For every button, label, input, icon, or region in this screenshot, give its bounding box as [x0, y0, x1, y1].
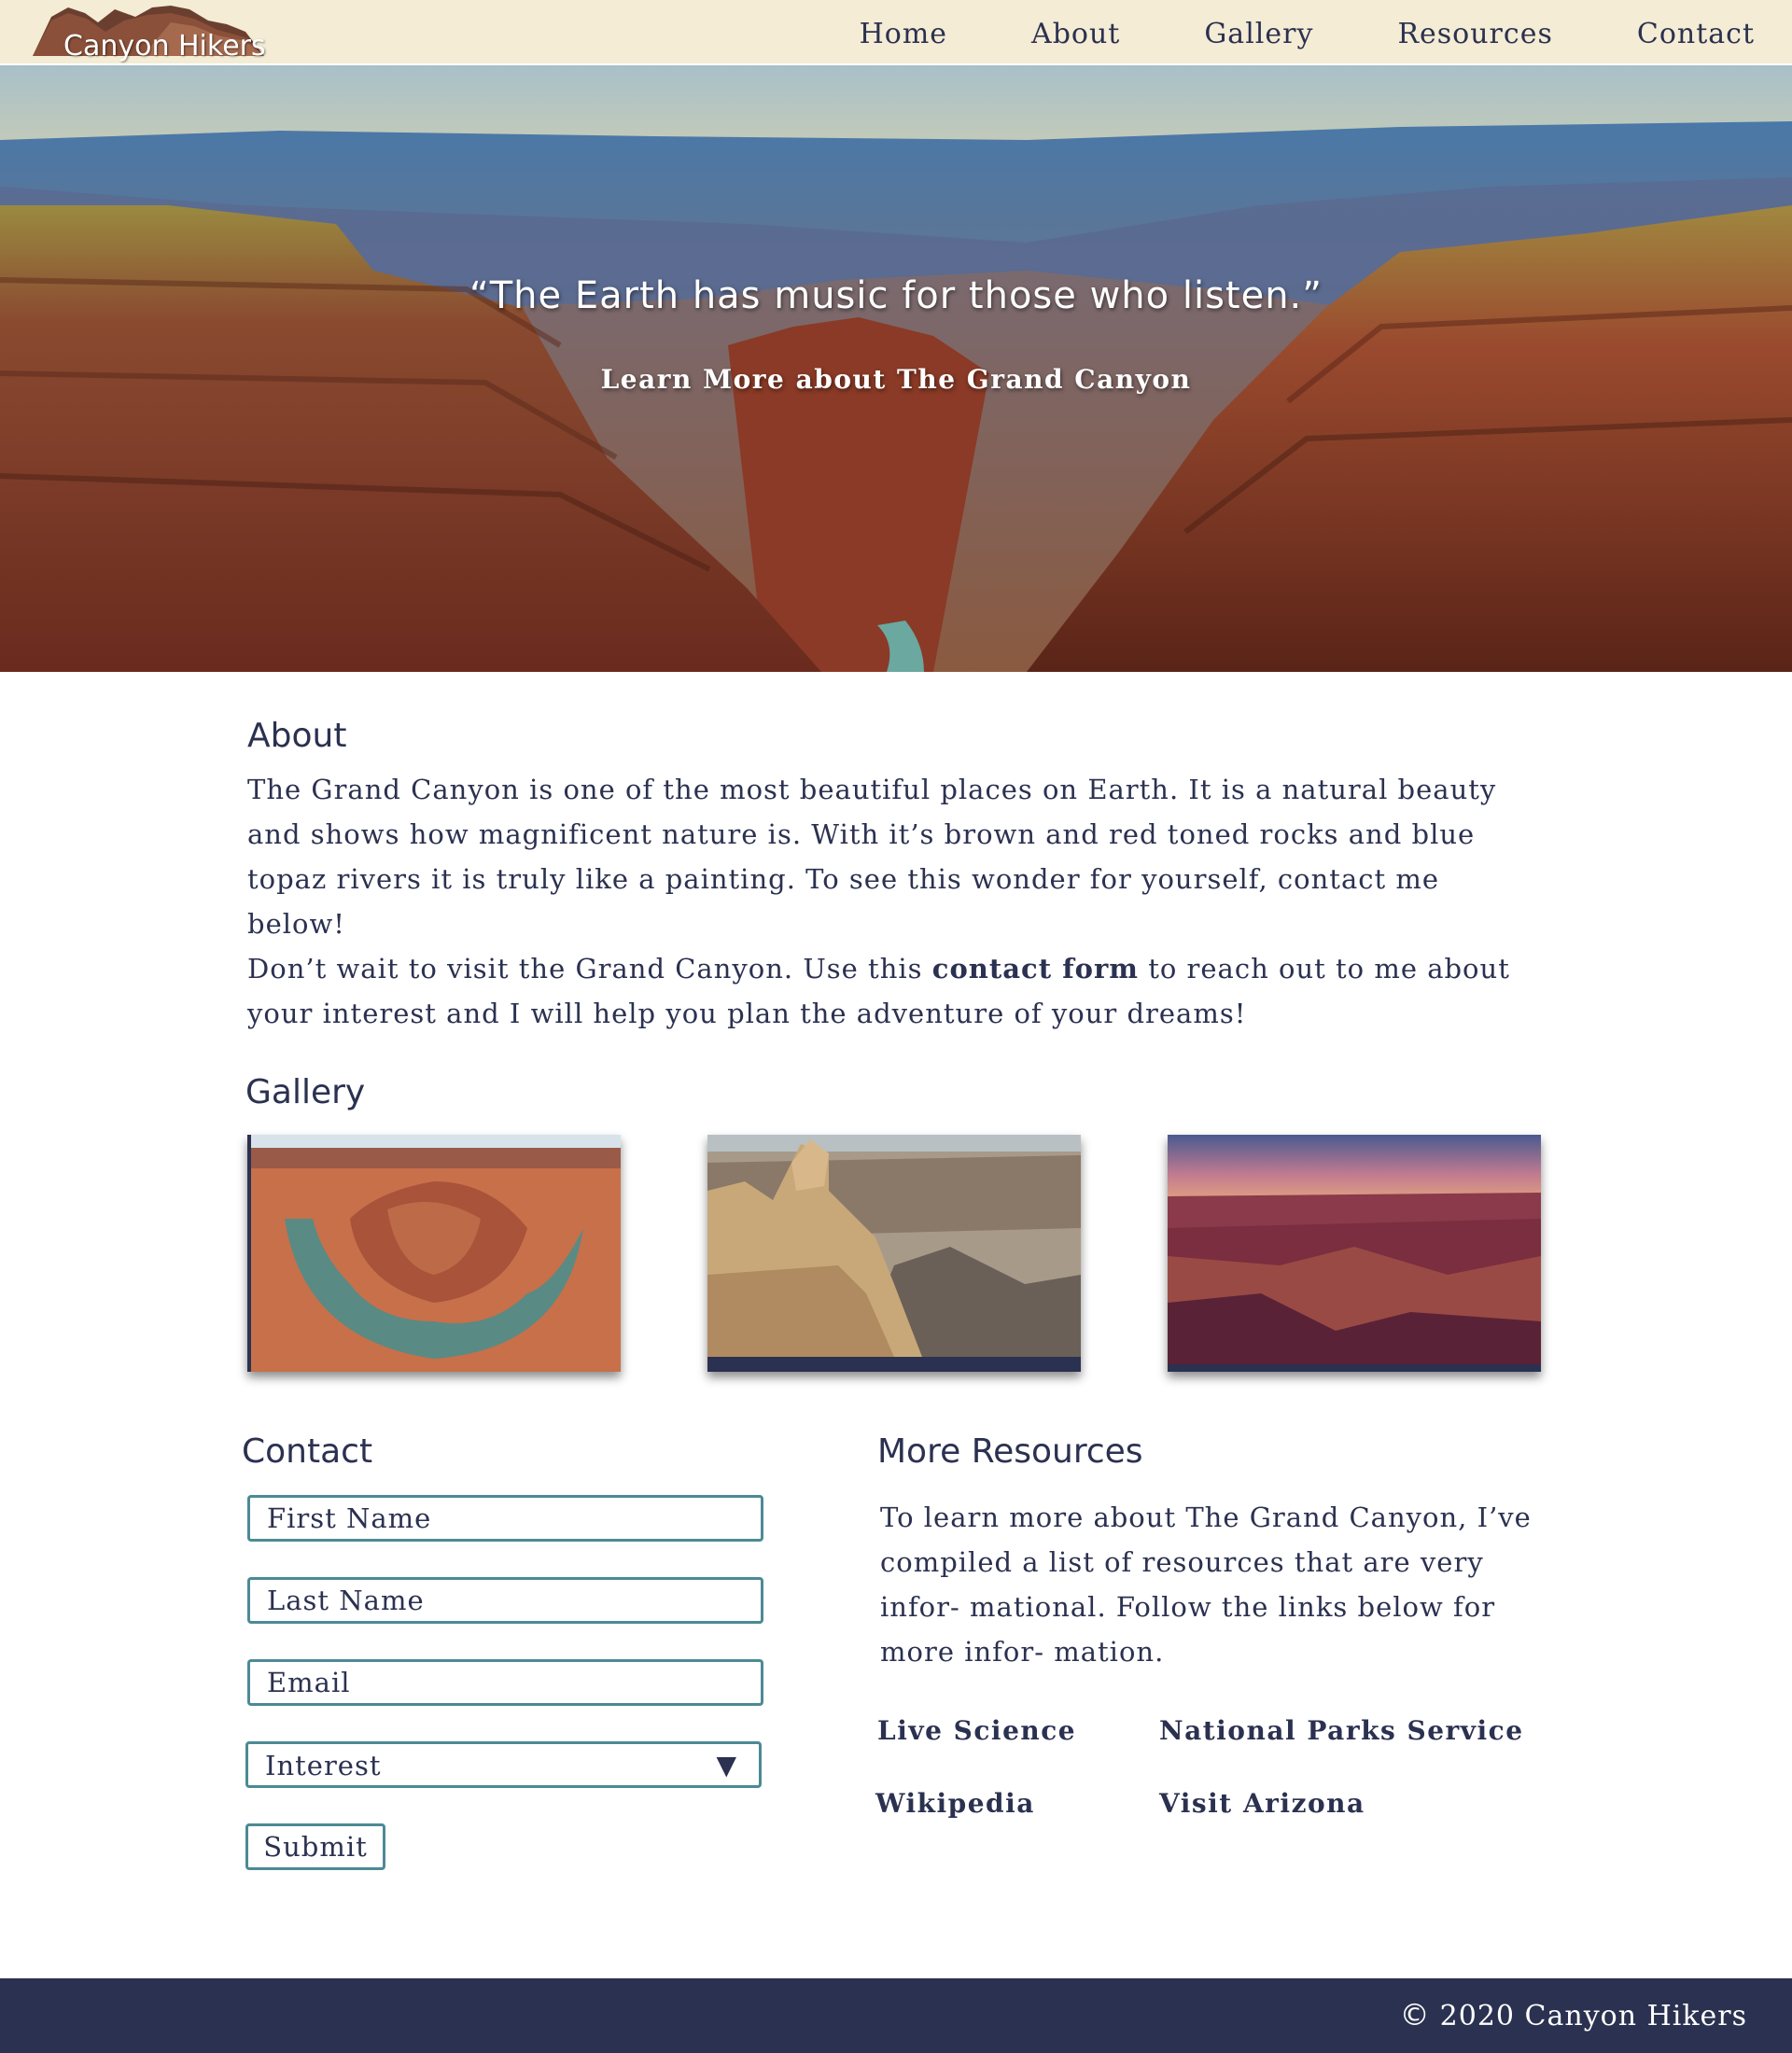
- resources-heading: More Resources: [877, 1432, 1143, 1471]
- main-nav: Home About Gallery Resources Contact: [776, 18, 1755, 50]
- rock-formation-photo-icon: [707, 1135, 1081, 1372]
- about-heading: About: [247, 717, 347, 755]
- nav-contact[interactable]: Contact: [1637, 18, 1755, 50]
- link-national-parks-service[interactable]: National Parks Service: [1159, 1715, 1524, 1746]
- site-footer: © 2020 Canyon Hikers: [0, 1978, 1792, 2053]
- interest-select[interactable]: Interest ▼: [245, 1741, 762, 1788]
- gallery-image-rock-formation[interactable]: [707, 1135, 1081, 1372]
- email-input[interactable]: [247, 1659, 763, 1706]
- first-name-input[interactable]: [247, 1495, 763, 1542]
- site-header: Canyon Hikers Home About Gallery Resourc…: [0, 0, 1792, 65]
- logo-text: Canyon Hikers: [63, 30, 266, 63]
- nav-home[interactable]: Home: [860, 18, 947, 50]
- last-name-input[interactable]: [247, 1577, 763, 1624]
- link-live-science[interactable]: Live Science: [877, 1715, 1076, 1746]
- about-paragraph-2: Don’t wait to visit the Grand Canyon. Us…: [247, 953, 1510, 1029]
- submit-button[interactable]: Submit: [245, 1823, 385, 1870]
- link-wikipedia[interactable]: Wikipedia: [875, 1788, 1035, 1819]
- nav-gallery[interactable]: Gallery: [1204, 18, 1313, 50]
- gallery-heading: Gallery: [245, 1073, 366, 1111]
- link-visit-arizona[interactable]: Visit Arizona: [1159, 1788, 1365, 1819]
- gallery-image-sunset-canyon[interactable]: [1168, 1135, 1541, 1372]
- gallery-image-horseshoe-bend[interactable]: [247, 1135, 621, 1372]
- copyright-text: © 2020 Canyon Hikers: [1399, 1997, 1747, 2032]
- hero-quote: “The Earth has music for those who liste…: [469, 274, 1323, 317]
- site-logo[interactable]: Canyon Hikers: [31, 4, 269, 63]
- dropdown-arrow-icon: ▼: [716, 1750, 736, 1781]
- hero-banner: “The Earth has music for those who liste…: [0, 65, 1792, 672]
- sunset-canyon-photo-icon: [1168, 1135, 1541, 1372]
- learn-more-link[interactable]: Learn More about The Grand Canyon: [0, 364, 1792, 395]
- resources-paragraph: To learn more about The Grand Canyon, I’…: [880, 1501, 1532, 1668]
- copyright-icon: ©: [1399, 1997, 1431, 2032]
- interest-select-label: Interest: [265, 1750, 382, 1781]
- nav-about[interactable]: About: [1031, 18, 1120, 50]
- nav-resources[interactable]: Resources: [1397, 18, 1552, 50]
- contact-form-link[interactable]: contact form: [932, 953, 1139, 985]
- contact-heading: Contact: [242, 1432, 373, 1471]
- horseshoe-bend-photo-icon: [247, 1135, 621, 1372]
- about-paragraph-1: The Grand Canyon is one of the most beau…: [247, 774, 1497, 940]
